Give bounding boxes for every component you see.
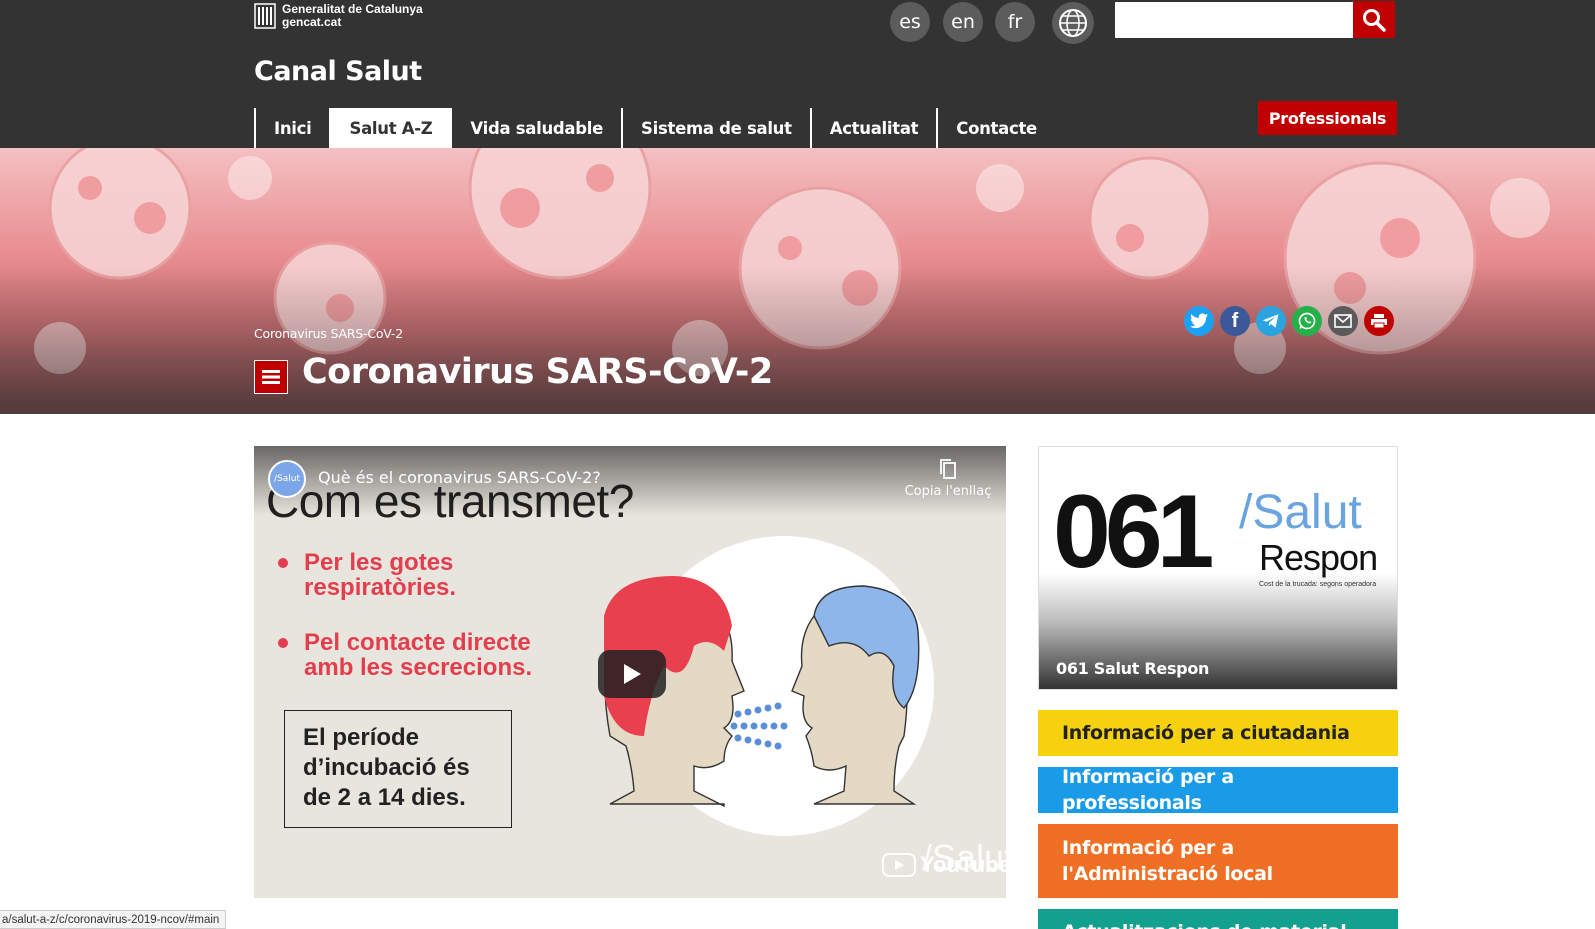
nav-inici[interactable]: Inici: [254, 108, 329, 148]
share-email-button[interactable]: [1328, 306, 1358, 336]
copy-icon: [940, 459, 956, 479]
share-facebook-button[interactable]: f: [1220, 306, 1250, 336]
copy-link-button[interactable]: Copia l'enllaç: [902, 458, 994, 499]
share-twitter-button[interactable]: [1184, 306, 1214, 336]
site-title[interactable]: Canal Salut: [254, 56, 422, 87]
nav-contacte[interactable]: Contacte: [936, 108, 1055, 148]
site-header: Generalitat de Catalunya gencat.cat es e…: [0, 0, 1595, 148]
professionals-button[interactable]: Professionals: [1258, 101, 1397, 135]
gencat-brand[interactable]: Generalitat de Catalunya gencat.cat: [254, 3, 423, 29]
breadcrumb[interactable]: Coronavirus SARS-CoV-2: [254, 326, 403, 341]
nav-salut-a-z[interactable]: Salut A-Z: [329, 108, 451, 148]
search-button[interactable]: [1353, 1, 1395, 38]
lang-es-button[interactable]: es: [890, 2, 930, 42]
search-icon: [1363, 8, 1386, 32]
twitter-icon: [1190, 313, 1208, 329]
nav-sistema-de-salut[interactable]: Sistema de salut: [621, 108, 810, 148]
info-administracio-local-button[interactable]: Informació per a l'Administració local: [1038, 824, 1398, 898]
youtube-icon: [882, 853, 916, 877]
gencat-text: Generalitat de Catalunya gencat.cat: [282, 3, 423, 29]
print-icon: [1371, 314, 1387, 329]
whatsapp-icon: [1298, 312, 1316, 330]
page-title: Coronavirus SARS-CoV-2: [302, 352, 773, 392]
lang-en-button[interactable]: en: [943, 2, 983, 42]
share-telegram-button[interactable]: [1256, 306, 1286, 336]
email-icon: [1334, 314, 1352, 328]
promo-number: 061: [1053, 474, 1215, 590]
channel-avatar[interactable]: /Salut: [268, 460, 306, 498]
nav-actualitat[interactable]: Actualitat: [809, 108, 937, 148]
promo-salut: /Salut: [1239, 486, 1362, 539]
info-actualitzacions-button[interactable]: Actualitzacions de material: [1038, 909, 1398, 929]
promo-note: Cost de la trucada: segons operadora: [1259, 581, 1377, 588]
hero-banner: Coronavirus SARS-CoV-2 Coronavirus SARS-…: [0, 148, 1595, 414]
hamburger-icon: [262, 370, 280, 384]
print-button[interactable]: [1364, 306, 1394, 336]
gencat-logo-icon: [254, 3, 276, 29]
copy-link-label: Copia l'enllaç: [904, 484, 992, 499]
play-icon: [624, 664, 641, 684]
info-ciutadania-button[interactable]: Informació per a ciutadania: [1038, 710, 1398, 756]
youtube-label: YouTube: [920, 852, 1006, 877]
languages-globe-button[interactable]: [1052, 2, 1094, 44]
lang-fr-button[interactable]: fr: [995, 2, 1035, 42]
hero-shade: [0, 148, 1595, 414]
youtube-logo[interactable]: YouTube: [882, 852, 1006, 878]
search-input[interactable]: [1115, 2, 1353, 38]
info-professionals-button[interactable]: Informació per a professionals: [1038, 766, 1398, 814]
play-button[interactable]: [598, 650, 666, 698]
promo-respon: Respon: [1259, 537, 1378, 578]
status-bar-url: a/salut-a-z/c/coronavirus-2019-ncov/#mai…: [0, 910, 227, 929]
promo-caption: 061 Salut Respon: [1056, 659, 1210, 678]
globe-icon: [1059, 9, 1087, 37]
facebook-icon: f: [1231, 309, 1239, 332]
gencat-line2: gencat.cat: [282, 15, 342, 29]
section-menu-button[interactable]: [254, 360, 288, 394]
promo-061-banner[interactable]: 061 /Salut Respon Cost de la trucada: se…: [1038, 446, 1398, 690]
nav-vida-saludable[interactable]: Vida saludable: [450, 108, 621, 148]
video-player[interactable]: Com es transmet? Per les gotes respiratò…: [254, 446, 1006, 898]
share-whatsapp-button[interactable]: [1292, 306, 1322, 336]
video-title[interactable]: Què és el coronavirus SARS-CoV-2?: [318, 468, 601, 487]
main-nav: Inici Salut A-Z Vida saludable Sistema d…: [254, 108, 1055, 148]
telegram-icon: [1262, 314, 1279, 328]
